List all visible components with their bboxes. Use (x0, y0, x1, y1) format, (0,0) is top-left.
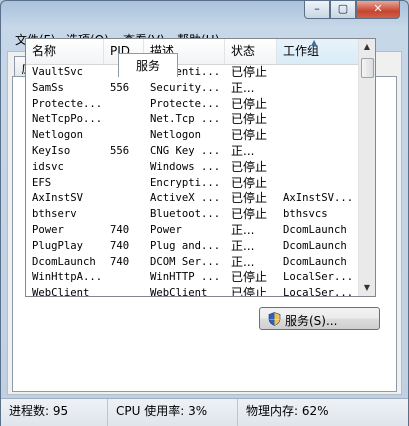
services-button-label: 服务(S)... (285, 314, 338, 328)
service-status: 正... (231, 254, 255, 269)
status-memory-usage: 物理内存: 62% (246, 404, 329, 418)
list-header: 名称 PID 描述 状态 工作组 ▲ (26, 39, 360, 65)
service-description: Bluetoot... (150, 208, 221, 221)
service-description: Windows ... (150, 160, 221, 173)
statusbar: 进程数: 95 CPU 使用率: 3% 物理内存: 62% (1, 398, 408, 426)
service-name: KeyIso (32, 144, 71, 157)
service-description: Power (150, 223, 182, 236)
service-group: bthsvcs (283, 208, 328, 221)
service-status: 已停止 (231, 112, 268, 127)
service-status: 已停止 (231, 65, 268, 79)
table-row[interactable]: EFS Encrypti... 已停止 (26, 176, 360, 192)
service-group: DcomLaunch (283, 223, 347, 236)
scroll-thumb[interactable] (361, 58, 374, 78)
table-row[interactable]: AxInstSV ActiveX ... 已停止 AxInstSV... (26, 191, 360, 207)
service-status: 已停止 (231, 270, 268, 285)
column-header-name[interactable]: 名称 (26, 39, 104, 64)
table-row[interactable]: Power 740 Power 正... DcomLaunch (26, 223, 360, 239)
maximize-button[interactable]: ▢ (330, 1, 356, 19)
service-group: AxInstSV... (283, 192, 354, 205)
status-process-count: 进程数: 95 (1, 399, 108, 426)
minimize-button[interactable]: – (304, 1, 330, 19)
service-description: Security... (150, 81, 221, 94)
column-header-group[interactable]: 工作组 ▲ (277, 39, 360, 64)
table-row[interactable]: PlugPlay 740 Plug and... 正... DcomLaunch (26, 239, 360, 255)
service-name: NetTcpPo... (32, 113, 103, 126)
table-row[interactable]: WinHttpA... WinHTTP ... 已停止 LocalSer... (26, 270, 360, 286)
list-rows: VaultSvc Credenti... 已停止 SamSs 556 Security..… (26, 65, 360, 296)
service-status: 正... (231, 222, 255, 237)
table-row[interactable]: idsvc Windows ... 已停止 (26, 160, 360, 176)
table-row[interactable]: Protecte... Protecte... 已停止 (26, 97, 360, 113)
service-description: Net.Tcp ... (150, 113, 221, 126)
service-status: 已停止 (231, 96, 268, 111)
service-group: DcomLaunch (283, 255, 347, 268)
service-name: Power (32, 223, 64, 236)
sort-ascending-icon: ▲ (311, 38, 318, 47)
service-description: Protecte... (150, 97, 221, 110)
service-status: 已停止 (231, 175, 268, 190)
service-name: PlugPlay (32, 239, 84, 252)
service-description: CNG Key ... (150, 144, 221, 157)
task-manager-window: – ▢ ✕ 文件(F) 选项(O) 查看(V) 帮助(H) 应用程序 进程 服务… (0, 0, 409, 426)
service-name: Netlogon (32, 129, 84, 142)
table-row[interactable]: DcomLaunch 740 DCOM Ser... 正... DcomLaunch (26, 255, 360, 271)
service-group: LocalSer... (283, 271, 354, 284)
table-row[interactable]: SamSs 556 Security... 正... (26, 81, 360, 97)
service-name: SamSs (32, 81, 64, 94)
service-name: Protecte... (32, 97, 103, 110)
table-row[interactable]: KeyIso 556 CNG Key ... 正... (26, 144, 360, 160)
service-pid: 556 (110, 81, 130, 94)
vertical-scrollbar[interactable]: ▲ ▼ (358, 39, 375, 296)
service-pid: 740 (110, 255, 130, 268)
service-pid: 556 (110, 144, 130, 157)
service-name: EFS (32, 176, 52, 189)
service-description: Plug and... (150, 239, 221, 252)
service-name: idsvc (32, 160, 64, 173)
status-cpu-usage: CPU 使用率: 3% (108, 399, 238, 426)
table-row[interactable]: VaultSvc Credenti... 已停止 (26, 65, 360, 81)
service-status: 已停止 (231, 286, 268, 296)
service-status: 正... (231, 80, 255, 95)
service-description: WinHTTP ... (150, 271, 221, 284)
table-row[interactable]: WebClient WebClient 已停止 LocalSer... (26, 286, 360, 296)
service-name: AxInstSV (32, 192, 84, 205)
service-description: Encrypti... (150, 176, 221, 189)
service-name: VaultSvc (32, 66, 84, 78)
services-list[interactable]: 名称 PID 描述 状态 工作组 ▲ VaultSvc Credenti... 已停… (25, 38, 376, 297)
tab-services[interactable]: 服务 (118, 53, 178, 77)
service-pid: 740 (110, 223, 130, 236)
service-status: 已停止 (231, 159, 268, 174)
service-status: 已停止 (231, 207, 268, 222)
table-row[interactable]: NetTcpPo... Net.Tcp ... 已停止 (26, 112, 360, 128)
services-button[interactable]: 服务(S)... (259, 307, 380, 330)
service-pid: 740 (110, 239, 130, 252)
service-description: Netlogon (150, 129, 202, 142)
service-group: LocalSer... (283, 287, 354, 296)
scroll-down-icon[interactable]: ▼ (359, 280, 375, 296)
uac-shield-icon (268, 312, 281, 326)
service-description: ActiveX ... (150, 192, 221, 205)
service-group: DcomLaunch (283, 239, 347, 252)
table-row[interactable]: Netlogon Netlogon 已停止 (26, 128, 360, 144)
service-name: WinHttpA... (32, 271, 103, 284)
scroll-up-icon[interactable]: ▲ (359, 39, 375, 55)
titlebar[interactable]: – ▢ ✕ (1, 1, 408, 25)
service-status: 已停止 (231, 128, 268, 143)
service-name: WebClient (32, 287, 90, 296)
service-description: DCOM Ser... (150, 255, 221, 268)
service-status: 正... (231, 238, 255, 253)
service-name: bthserv (32, 208, 77, 221)
service-status: 已停止 (231, 191, 268, 206)
column-header-status[interactable]: 状态 (225, 39, 277, 64)
service-name: DcomLaunch (32, 255, 96, 268)
table-row[interactable]: bthserv Bluetoot... 已停止 bthsvcs (26, 207, 360, 223)
close-button[interactable]: ✕ (356, 1, 400, 19)
service-description: WebClient (150, 287, 208, 296)
service-status: 正... (231, 143, 255, 158)
